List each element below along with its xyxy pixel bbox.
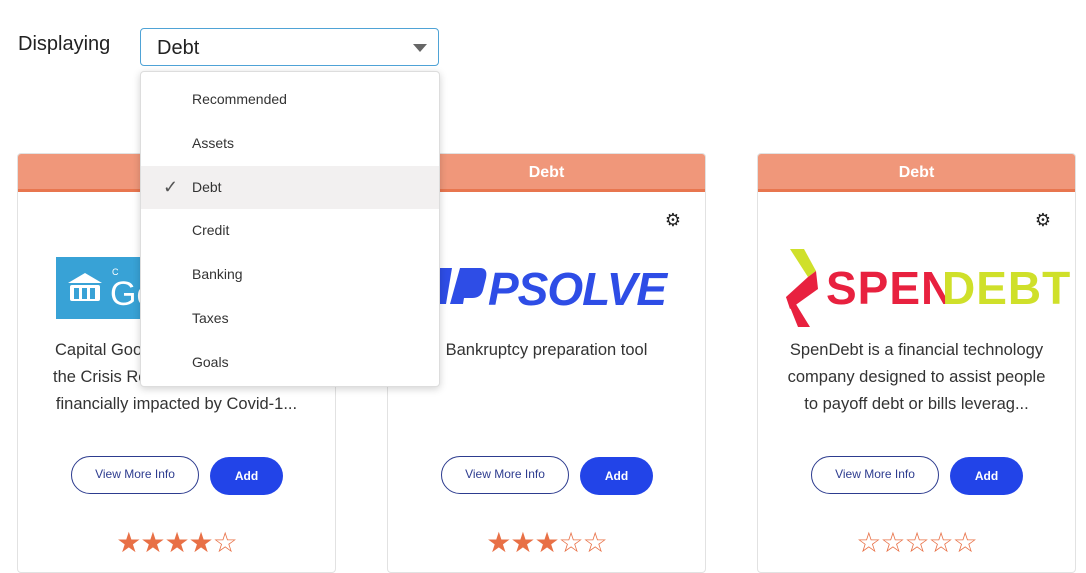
rating-stars: ★★★★☆ <box>18 526 335 559</box>
card-description: SpenDebt is a financial technology compa… <box>787 341 1046 413</box>
menu-item-label: Banking <box>192 266 243 283</box>
star-filled-icon: ★ <box>116 527 141 558</box>
building-icon <box>68 273 102 301</box>
menu-item-label: Assets <box>192 134 235 151</box>
star-filled-icon: ★ <box>510 527 535 558</box>
add-button[interactable]: Add <box>950 457 1023 495</box>
view-more-info-button[interactable]: View More Info <box>811 456 939 494</box>
menu-item-label: Taxes <box>192 309 229 326</box>
category-select-value: Debt <box>157 37 200 59</box>
menu-item-recommended[interactable]: Recommended <box>141 78 439 122</box>
logo-text-debt: DEBT <box>942 262 1072 314</box>
star-empty-icon: ☆ <box>880 527 905 558</box>
star-empty-icon: ☆ <box>558 527 584 558</box>
star-empty-icon: ☆ <box>928 527 954 558</box>
star-filled-icon: ★ <box>140 527 165 558</box>
star-empty-icon: ☆ <box>212 527 238 558</box>
star-empty-icon: ☆ <box>856 527 881 558</box>
menu-item-label: Recommended <box>192 91 287 107</box>
star-empty-icon: ☆ <box>904 527 929 558</box>
star-empty-icon: ☆ <box>952 527 978 558</box>
card-description: Bankruptcy preparation tool <box>445 341 648 359</box>
card-category-header: Debt <box>758 154 1075 192</box>
menu-item-label: Credit <box>192 222 230 239</box>
logo-text-spen: SPEN <box>826 262 956 314</box>
caret-down-icon <box>413 44 427 52</box>
add-button[interactable]: Add <box>580 457 653 495</box>
menu-item-taxes[interactable]: Taxes <box>141 297 439 341</box>
gears-icon[interactable]: ⚙ <box>665 210 681 231</box>
logo-text: PSOLVE <box>488 263 667 315</box>
star-filled-icon: ★ <box>486 527 511 558</box>
menu-item-label: Debt <box>192 178 222 195</box>
category-dropdown-menu: Recommended Assets ✓ Debt Credit Banking Taxes… <box>140 71 440 387</box>
category-select[interactable]: Debt <box>140 28 439 66</box>
rating-stars: ★★★☆☆ <box>388 526 705 559</box>
spendebt-mark-icon <box>786 249 818 327</box>
menu-item-assets[interactable]: Assets <box>141 122 439 166</box>
spendebt-logo: SPEN DEBT <box>758 249 1075 327</box>
star-empty-icon: ☆ <box>582 527 608 558</box>
view-more-info-button[interactable]: View More Info <box>441 456 569 494</box>
menu-item-label: Goals <box>192 353 229 370</box>
displaying-label: Displaying <box>18 33 111 55</box>
star-filled-icon: ★ <box>534 527 559 558</box>
product-card: Debt ⚙ SPEN DEBT SpenDebt is a financial… <box>757 153 1076 573</box>
gears-icon[interactable]: ⚙ <box>1035 210 1051 231</box>
add-button[interactable]: Add <box>210 457 283 495</box>
menu-item-credit[interactable]: Credit <box>141 209 439 253</box>
view-more-info-button[interactable]: View More Info <box>71 456 199 494</box>
menu-item-debt[interactable]: ✓ Debt <box>141 165 439 210</box>
check-icon: ✓ <box>163 176 179 197</box>
rating-stars: ☆☆☆☆☆ <box>758 526 1075 559</box>
star-filled-icon: ★ <box>188 527 214 558</box>
menu-item-banking[interactable]: Banking <box>141 253 439 297</box>
star-filled-icon: ★ <box>164 527 189 558</box>
menu-item-goals[interactable]: Goals <box>141 341 439 385</box>
